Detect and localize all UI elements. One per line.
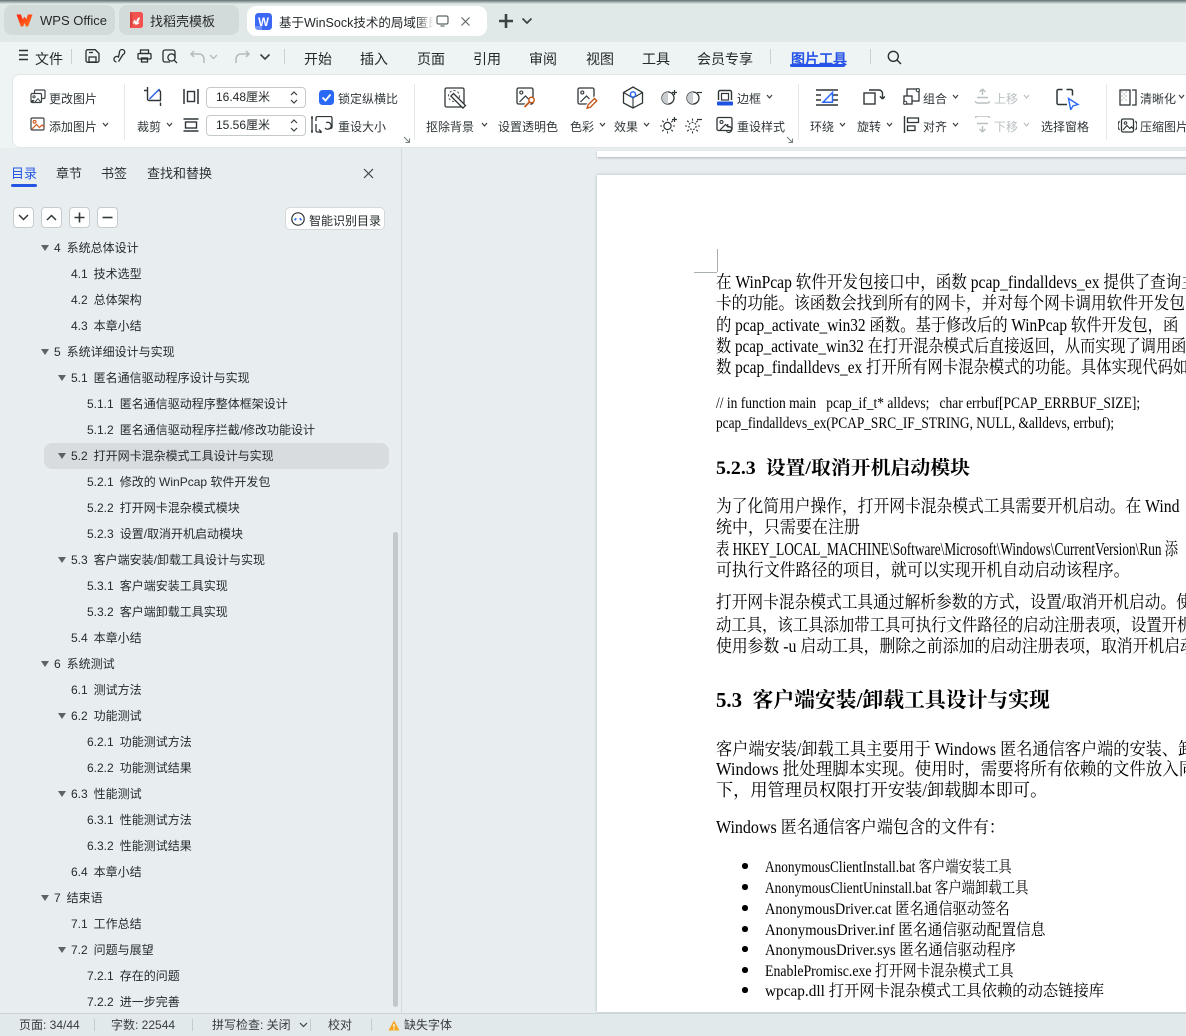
- svg-text:W: W: [258, 17, 269, 29]
